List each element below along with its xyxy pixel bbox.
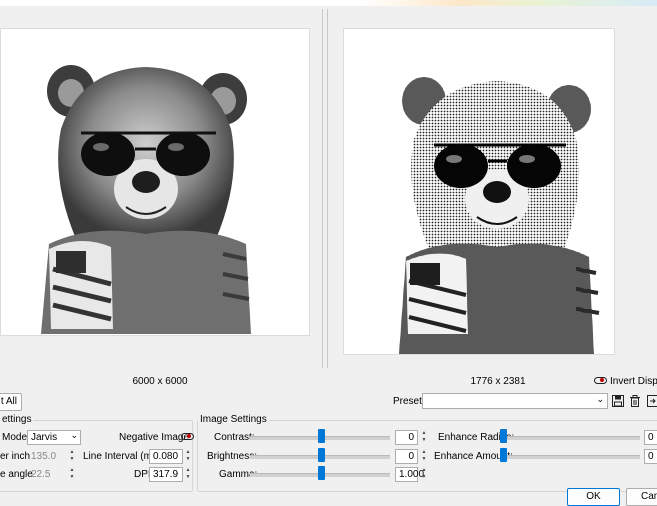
bear-illustration	[1, 29, 309, 335]
invert-display-toggle[interactable]	[594, 377, 607, 384]
chevron-down-icon: ⌄	[596, 394, 604, 405]
contrast-input[interactable]: 0	[395, 430, 418, 445]
chevron-down-icon: ⌄	[70, 430, 78, 441]
contrast-stepper[interactable]: ▲▼	[420, 430, 428, 445]
brightness-slider-thumb[interactable]	[318, 448, 325, 462]
gamma-stepper[interactable]: ▲▼	[420, 467, 428, 482]
trash-icon[interactable]	[629, 395, 641, 407]
lines-per-inch-value: 135.0	[31, 451, 56, 462]
window-top-strip	[0, 0, 657, 6]
line-interval-input[interactable]: 0.080	[149, 449, 183, 464]
cancel-button[interactable]: Canc	[626, 488, 657, 506]
processed-size-label: 1776 x 2381	[448, 376, 548, 387]
contrast-slider-thumb[interactable]	[318, 429, 325, 443]
screen-angle-stepper[interactable]: ▲▼	[68, 467, 76, 482]
dithered-bear-illustration	[344, 29, 614, 354]
enhance-radius-slider-track[interactable]	[500, 436, 640, 440]
dpi-input[interactable]: 317.9	[149, 467, 183, 482]
dither-settings-title: ettings	[0, 414, 33, 425]
line-interval-stepper[interactable]: ▲▼	[184, 449, 192, 464]
processed-image	[343, 28, 615, 355]
image-settings-title: Image Settings	[198, 414, 269, 425]
enhance-amount-slider-thumb[interactable]	[500, 448, 507, 462]
invert-display-label: Invert Display	[610, 376, 657, 387]
mode-label: Mode:	[2, 432, 30, 443]
save-icon[interactable]	[612, 395, 624, 407]
enhance-radius-slider-thumb[interactable]	[500, 429, 507, 443]
lines-per-inch-label: er inch	[0, 451, 30, 462]
enhance-radius-input[interactable]: 0	[644, 430, 657, 445]
export-icon[interactable]	[647, 395, 657, 407]
original-image	[0, 28, 310, 336]
screen-angle-label: e angle	[0, 469, 33, 480]
gamma-input[interactable]: 1.000	[395, 467, 418, 482]
processed-image-pane: 1776 x 2381	[327, 9, 657, 368]
negative-image-toggle[interactable]	[181, 433, 194, 440]
original-image-pane: 6000 x 6000	[0, 9, 323, 368]
lines-per-inch-stepper[interactable]: ▲▼	[68, 449, 76, 464]
original-size-label: 6000 x 6000	[110, 376, 210, 387]
brightness-stepper[interactable]: ▲▼	[420, 449, 428, 464]
enhance-amount-input[interactable]: 0	[644, 449, 657, 464]
brightness-input[interactable]: 0	[395, 449, 418, 464]
negative-image-label: Negative Image	[119, 432, 189, 443]
screen-angle-value: 22.5	[31, 469, 50, 480]
mode-value: Jarvis	[31, 432, 57, 443]
dpi-stepper[interactable]: ▲▼	[184, 467, 192, 482]
gamma-slider-thumb[interactable]	[318, 466, 325, 480]
contrast-label: Contrast:	[214, 432, 255, 443]
ok-button[interactable]: OK	[567, 488, 620, 506]
mode-dropdown[interactable]: Jarvis ⌄	[27, 430, 81, 445]
select-all-button[interactable]: t All	[0, 393, 22, 411]
enhance-amount-slider-track[interactable]	[500, 455, 640, 459]
presets-dropdown[interactable]: ⌄	[422, 393, 608, 409]
